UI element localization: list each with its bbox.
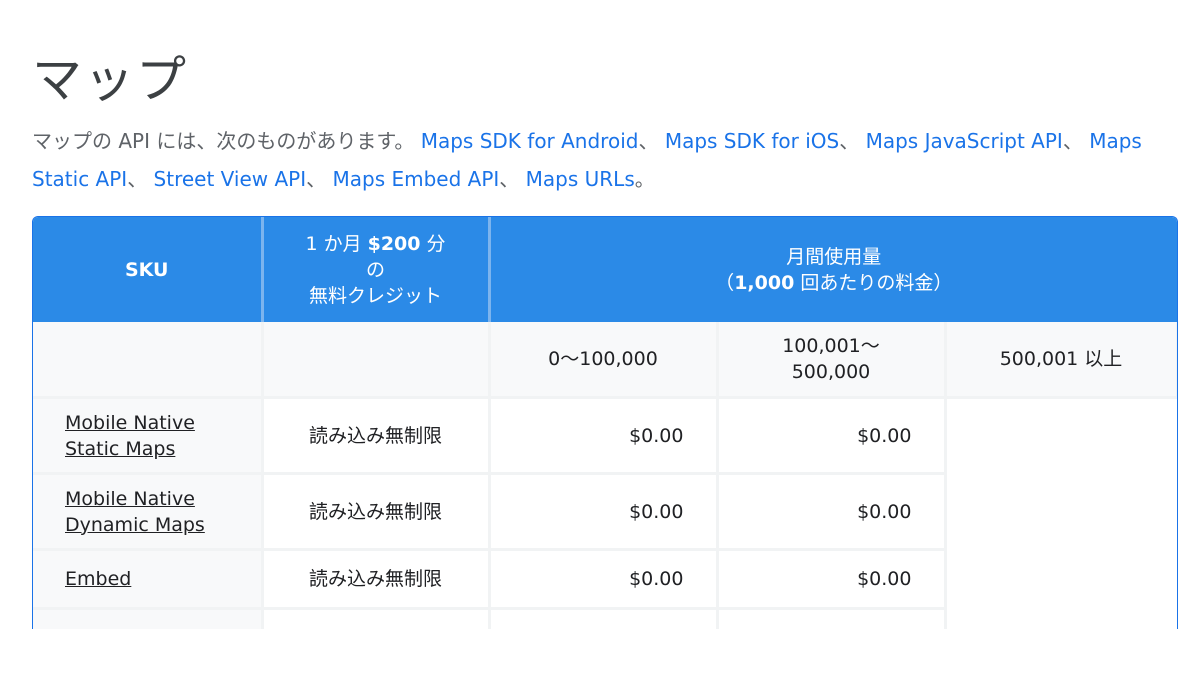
table-row: Mobile Native Static Maps 読み込み無制限 $0.00 $…	[33, 397, 1177, 629]
sku-cell: Embed	[33, 549, 264, 610]
tier-1: 0〜100,000	[489, 322, 719, 399]
pricing-table-container: SKU 1 か月 $200 分 の 無料クレジット 月間使用量 （1,000 回…	[32, 216, 1178, 629]
header-monthly-usage: 月間使用量 （1,000 回あたりの料金）	[489, 217, 1177, 322]
price-tier-3-empty	[945, 397, 1177, 629]
header-free-credit: 1 か月 $200 分 の 無料クレジット	[262, 217, 491, 322]
pricing-table: SKU 1 か月 $200 分 の 無料クレジット 月間使用量 （1,000 回…	[33, 217, 1177, 629]
tier-3: 500,001 以上	[945, 322, 1177, 399]
link-maps-sdk-ios[interactable]: Maps SDK for iOS	[665, 129, 839, 153]
link-maps-embed-api[interactable]: Maps Embed API	[333, 167, 500, 191]
sku-cell: Mobile Native Dynamic Maps	[33, 473, 264, 551]
credit-cell: 読み込み無制限	[262, 549, 491, 610]
tier-empty-sku	[33, 322, 264, 399]
link-maps-sdk-android[interactable]: Maps SDK for Android	[421, 129, 639, 153]
intro-text: マップの API には、次のものがあります。	[32, 129, 415, 153]
price-tier-1: $0.00	[489, 397, 719, 475]
header-sku: SKU	[33, 217, 264, 322]
link-maps-javascript-api[interactable]: Maps JavaScript API	[866, 129, 1063, 153]
tier-empty-credit	[262, 322, 491, 399]
page-title: マップ	[32, 51, 188, 109]
sku-link-mobile-native-static-maps[interactable]: Mobile Native Static Maps	[65, 412, 195, 460]
link-street-view-api[interactable]: Street View API	[154, 167, 307, 191]
sku-cell: Mobile Native Static Maps	[33, 397, 264, 475]
price-tier-1: $0.00	[489, 473, 719, 551]
credit-cell: 読み込み無制限	[262, 397, 491, 475]
credit-cell: 読み込み無制限	[262, 473, 491, 551]
sku-link-embed[interactable]: Embed	[65, 568, 131, 590]
link-maps-urls[interactable]: Maps URLs	[526, 167, 635, 191]
tier-2: 100,001〜 500,000	[717, 322, 947, 399]
sku-link-mobile-native-dynamic-maps[interactable]: Mobile Native Dynamic Maps	[65, 488, 205, 536]
intro-paragraph: マップの API には、次のものがあります。 Maps SDK for Andr…	[32, 129, 1142, 191]
price-tier-1: $0.00	[489, 549, 719, 610]
tier-row: 0〜100,000 100,001〜 500,000 500,001 以上	[33, 322, 1177, 399]
price-tier-2: $0.00	[717, 397, 947, 475]
price-tier-2: $0.00	[717, 473, 947, 551]
price-tier-2: $0.00	[717, 549, 947, 610]
